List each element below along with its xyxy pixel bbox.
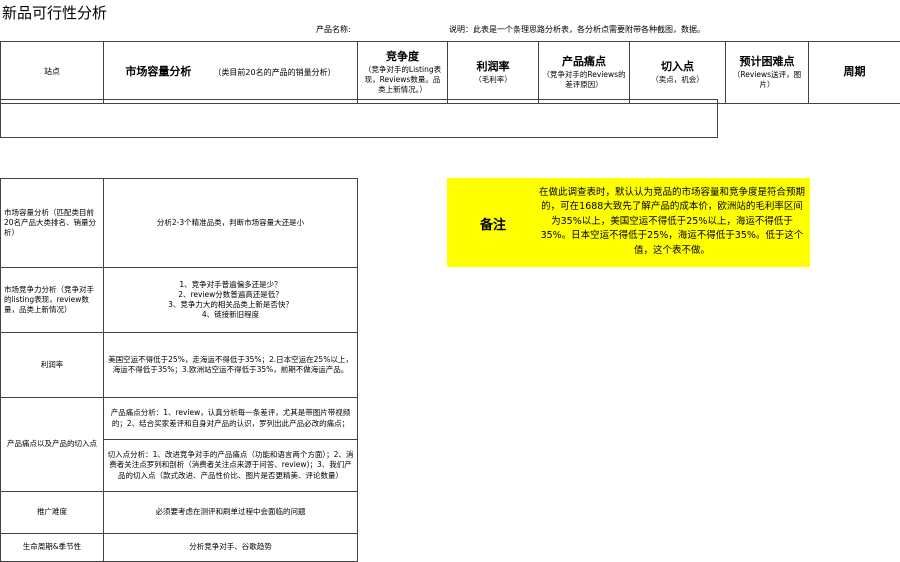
header-difficulty: 预计困难点 （Reviews送评，图片） [725,41,809,104]
header-entry: 切入点 （卖点，机会） [629,41,726,104]
header-competition: 竞争度 （竞争对手的Listing表现，Reviews数量。品类上新情况。） [357,41,448,104]
row-content-pain: 产品痛点分析：1、review，认真分析每一条差评，尤其是带图片带视频的；2、结… [103,397,358,440]
row-label: 产品痛点以及产品的切入点 [0,397,104,492]
header-site: 站点 [0,41,104,104]
row-label: 生命周期&季节性 [0,533,104,562]
row-content: 美国空运不得低于25%，走海运不得低于35%；2.日本空运在25%以上，海运不得… [103,332,358,398]
row-label: 利润率 [0,332,104,398]
note-text: 在做此调查表时，默认认为竞品的市场容量和竞争度是符合预期的，可在1688大致先了… [538,187,805,256]
description-text: 说明：此表是一个条理思路分析表，各分析点需要附带各种截图，数据。 [449,25,705,34]
row-content: 必须要考虑在测评和刷单过程中会面临的问题 [103,491,358,534]
header-market: 市场容量分析 （类目前20名的产品的销量分析） [103,41,358,104]
note-label: 备注 [480,218,507,233]
row-content: 分析2-3个精准品类，判断市场容量大还是小 [103,178,358,268]
page-title: 新品可行性分析 [2,4,108,22]
row-label: 推广难度 [0,491,104,534]
row-content: 1、竞争对手普遍偏多还是少？ 2、review分数普遍高还是低？ 3、竞争力大的… [103,267,358,333]
row-label: 市场容量分析（匹配类目前20名产品大类排名、销量分析） [0,178,104,268]
header-cycle: 周期 [808,41,900,104]
analysis-header-table: 站点 市场容量分析 （类目前20名的产品的销量分析） 竞争度 （竞争对手的Listi… [0,41,900,104]
header-pain: 产品痛点 （竞争对手的Reviews的差评原因） [538,41,630,104]
product-name-label: 产品名称: [316,25,351,34]
row-content-entry: 切入点分析：1、改进竞争对手的产品痛点（功能和语言两个方面）；2、消费者关注点罗… [103,439,358,492]
row-content: 分析竞争对手、谷歌趋势 [103,533,358,562]
header-margin: 利润率 （毛利率） [447,41,539,104]
blank-input-row[interactable] [0,99,718,138]
analysis-detail-table: 市场容量分析（匹配类目前20名产品大类排名、销量分析） 分析2-3个精准品类，判… [0,178,358,562]
note-box: 备注 在做此调查表时，默认认为竞品的市场容量和竞争度是符合预期的，可在1688大… [447,178,810,267]
row-label: 市场竞争力分析（竞争对手的listing表现，review数量，品类上新情况） [0,267,104,333]
